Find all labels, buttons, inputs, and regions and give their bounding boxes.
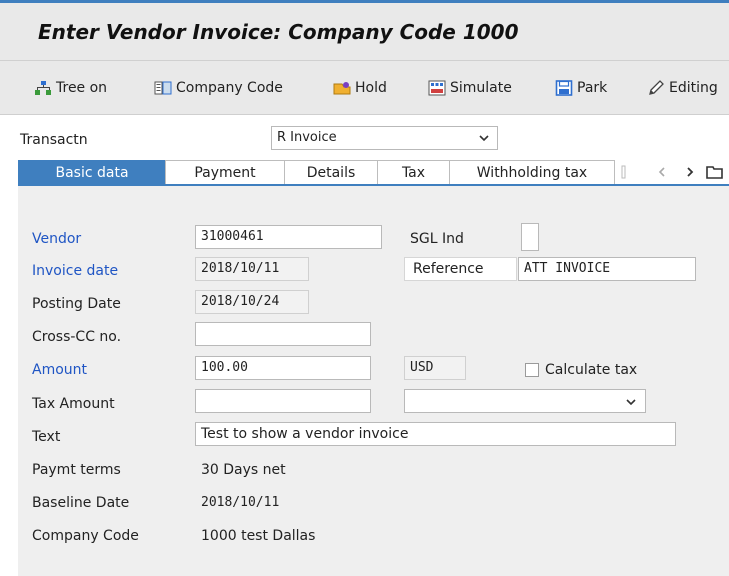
tax-amount-input[interactable] — [195, 389, 371, 413]
calculate-tax-label: Calculate tax — [545, 362, 638, 378]
hold-label: Hold — [355, 80, 387, 96]
currency-field[interactable]: USD — [404, 356, 466, 380]
text-label: Text — [32, 429, 61, 445]
company-code-icon — [154, 81, 172, 95]
application-toolbar: Tree on Company Code Hold Simulate Park … — [0, 60, 729, 115]
transaction-label: Transactn — [20, 132, 88, 148]
text-input[interactable]: Test to show a vendor invoice — [195, 422, 676, 446]
amount-input[interactable]: 100.00 — [195, 356, 371, 380]
cross-cc-label: Cross-CC no. — [32, 329, 122, 345]
payment-terms-label: Paymt terms — [32, 462, 121, 478]
park-label: Park — [577, 80, 608, 96]
tab-payment[interactable]: Payment — [165, 160, 285, 185]
title-bar: Enter Vendor Invoice: Company Code 1000 — [0, 3, 729, 60]
tab-details[interactable]: Details — [284, 160, 378, 185]
reference-input[interactable]: ATT INVOICE — [518, 257, 696, 281]
pencil-icon — [649, 80, 664, 95]
toolbar-divider — [0, 114, 729, 115]
transaction-value: R Invoice — [277, 130, 337, 145]
amount-label: Amount — [32, 362, 88, 378]
tree-on-label: Tree on — [56, 80, 108, 96]
chevron-down-icon[interactable] — [625, 396, 637, 408]
vendor-label: Vendor — [32, 231, 82, 247]
company-code-button[interactable]: Company Code — [154, 77, 283, 99]
tab-list-icon[interactable] — [620, 165, 634, 179]
reference-label: Reference — [404, 257, 517, 281]
cross-cc-input[interactable] — [195, 322, 371, 346]
sgl-ind-label: SGL Ind — [410, 231, 464, 247]
calculate-tax-checkbox[interactable] — [525, 363, 539, 377]
editing-options-button[interactable]: Editing — [647, 77, 718, 99]
chevron-left-icon[interactable] — [656, 166, 668, 178]
chevron-down-icon[interactable] — [478, 132, 490, 144]
hold-button[interactable]: Hold — [333, 77, 387, 99]
transaction-select[interactable]: R Invoice — [271, 126, 498, 150]
vendor-input[interactable]: 31000461 — [195, 225, 382, 249]
simulate-button[interactable]: Simulate — [428, 77, 512, 99]
folder-menu-icon[interactable] — [706, 164, 724, 180]
page-title: Enter Vendor Invoice: Company Code 1000 — [38, 20, 519, 44]
simulate-label: Simulate — [450, 80, 512, 96]
company-code-label: Company Code — [176, 80, 283, 96]
chevron-right-icon[interactable] — [684, 166, 696, 178]
save-disk-icon — [555, 80, 573, 96]
tab-basic-data[interactable]: Basic data — [18, 160, 166, 185]
baseline-date-value: 2018/10/11 — [201, 495, 280, 510]
hold-icon — [333, 82, 351, 95]
payment-terms-value: 30 Days net — [201, 462, 286, 478]
tab-tax[interactable]: Tax — [377, 160, 450, 185]
invoice-date-input[interactable]: 2018/10/11 — [195, 257, 309, 281]
baseline-date-label: Baseline Date — [32, 495, 130, 511]
editing-label: Editing — [669, 80, 718, 96]
posting-date-label: Posting Date — [32, 296, 121, 312]
invoice-date-label: Invoice date — [32, 263, 119, 279]
tree-icon — [35, 81, 51, 95]
company-code-label: Company Code — [32, 528, 139, 544]
tab-withholding-tax[interactable]: Withholding tax — [449, 160, 615, 185]
park-button[interactable]: Park — [555, 77, 607, 99]
posting-date-input[interactable]: 2018/10/24 — [195, 290, 309, 314]
sgl-ind-input[interactable] — [521, 223, 539, 251]
tax-code-select[interactable] — [404, 389, 646, 413]
company-code-value: 1000 test Dallas — [201, 528, 316, 544]
tax-amount-label: Tax Amount — [32, 396, 115, 412]
tree-on-button[interactable]: Tree on — [34, 77, 107, 99]
simulate-icon — [428, 80, 446, 96]
